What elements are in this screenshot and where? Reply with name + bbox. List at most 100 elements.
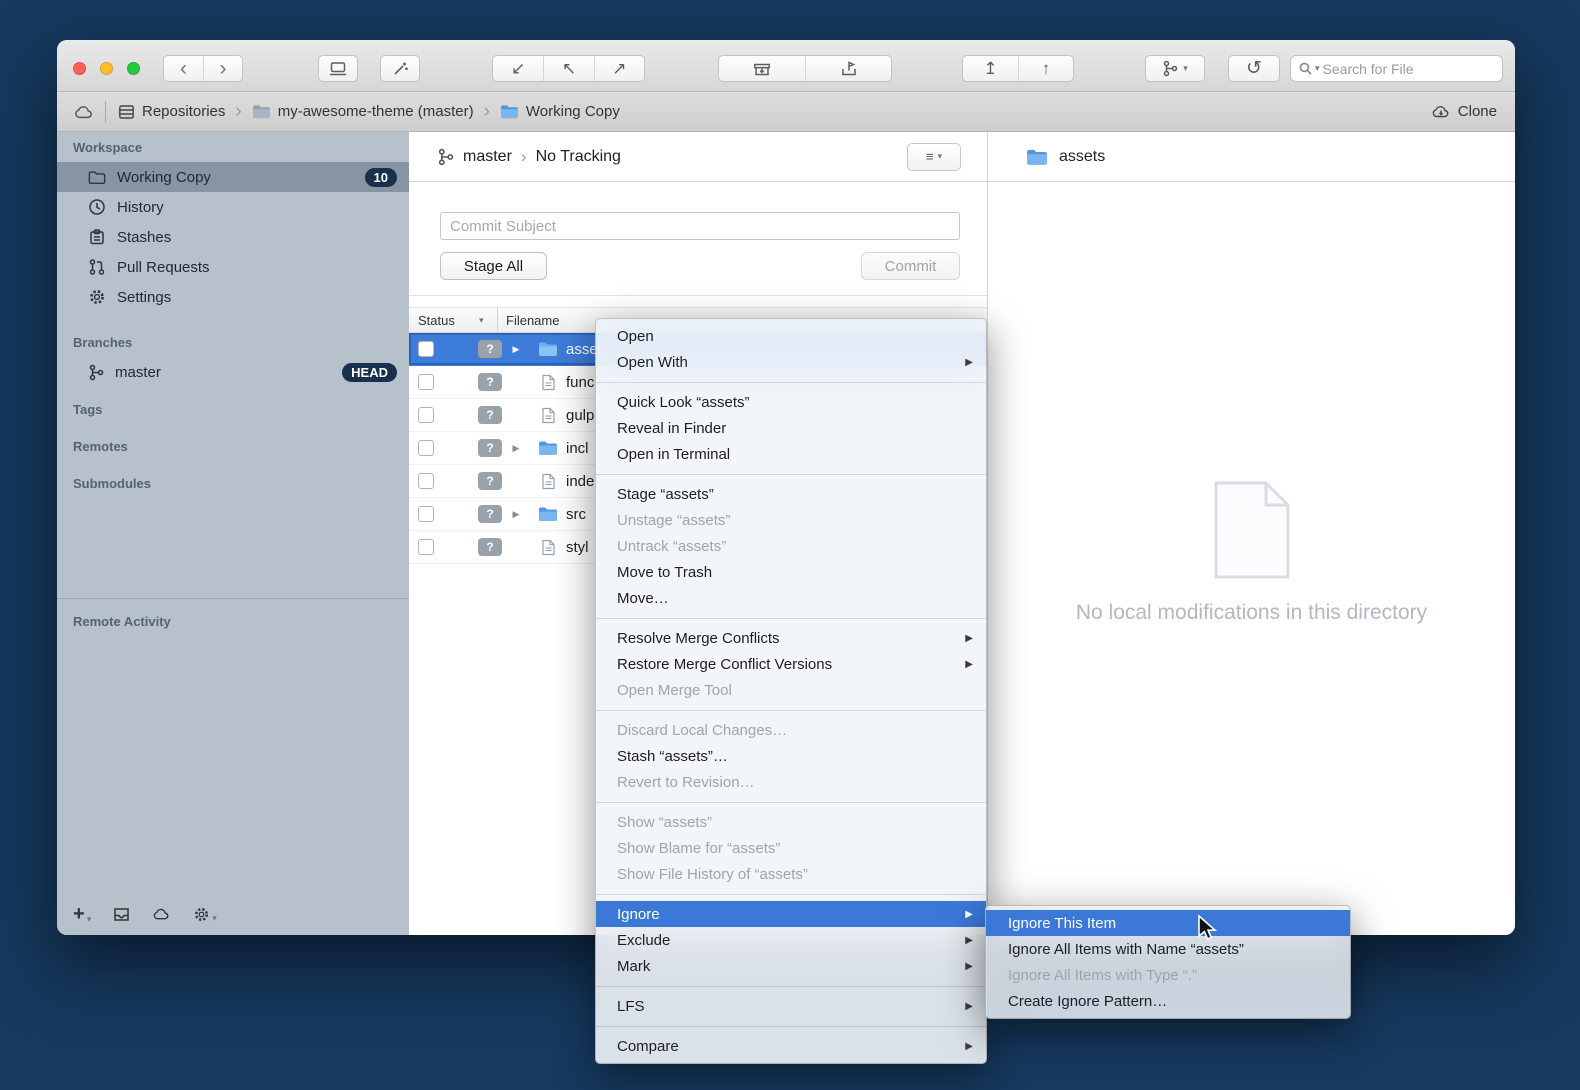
menu-divider: [596, 894, 986, 895]
submenu-arrow-icon: ▶: [965, 633, 973, 644]
push-icon: ↑: [1042, 60, 1051, 77]
gear-icon: [193, 906, 210, 923]
detail-panel: assets No local modifications in this di…: [988, 132, 1515, 935]
status-badge: ?: [478, 538, 502, 556]
plus-icon: +: [73, 904, 85, 924]
commit-button[interactable]: [319, 56, 357, 81]
section-tags[interactable]: Tags: [57, 387, 409, 424]
sidebar-item-pull-requests[interactable]: Pull Requests: [57, 252, 409, 282]
submenu-item-create-ignore-pattern[interactable]: Create Ignore Pattern…: [986, 988, 1350, 1014]
menu-item-unstage: Unstage “assets”: [596, 507, 986, 533]
settings-menu-button[interactable]: ▾: [193, 906, 217, 923]
menu-item-untrack: Untrack “assets”: [596, 533, 986, 559]
disclosure-icon[interactable]: ▶: [510, 344, 522, 355]
menu-item-resolve-merge-conflicts[interactable]: Resolve Merge Conflicts▶: [596, 625, 986, 651]
sidebar-item-history[interactable]: History: [57, 192, 409, 222]
row-checkbox[interactable]: [418, 341, 434, 357]
push-button[interactable]: ↑: [1018, 56, 1073, 81]
submenu-arrow-icon: ▶: [965, 357, 973, 368]
cloud-icon: [152, 907, 171, 921]
refresh-button[interactable]: ↺: [1229, 56, 1279, 81]
menu-item-move[interactable]: Move…: [596, 585, 986, 611]
menu-item-move-to-trash[interactable]: Move to Trash: [596, 559, 986, 585]
magic-wand-icon: [392, 60, 409, 77]
sidebar-item-settings[interactable]: Settings: [57, 282, 409, 312]
view-options-button[interactable]: ≡ ▾: [907, 143, 961, 171]
cloud-button[interactable]: [152, 907, 171, 921]
file-icon: [541, 473, 556, 490]
sidebar-item-master[interactable]: master HEAD: [57, 357, 409, 387]
merge-button[interactable]: ↙: [493, 56, 543, 81]
list-icon: ≡: [926, 149, 934, 164]
menu-item-quick-look[interactable]: Quick Look “assets”: [596, 389, 986, 415]
tray-button[interactable]: [113, 907, 130, 922]
row-checkbox[interactable]: [418, 539, 434, 555]
menu-item-open[interactable]: Open: [596, 323, 986, 349]
menu-item-reveal-in-finder[interactable]: Reveal in Finder: [596, 415, 986, 441]
menu-item-show-blame: Show Blame for “assets”: [596, 835, 986, 861]
commit-subject-input[interactable]: [440, 212, 960, 240]
menu-item-open-with[interactable]: Open With▶: [596, 349, 986, 375]
count-badge: 10: [365, 168, 397, 187]
row-checkbox[interactable]: [418, 374, 434, 390]
sort-chevron-icon[interactable]: ▾: [479, 315, 484, 326]
status-badge: ?: [478, 340, 502, 358]
folder-blue-icon: [538, 341, 558, 357]
menu-item-stage[interactable]: Stage “assets”: [596, 481, 986, 507]
stash-button[interactable]: [719, 56, 805, 81]
pull-icon: ↥: [983, 60, 997, 77]
column-filename[interactable]: Filename: [506, 313, 559, 328]
close-window-button[interactable]: [73, 62, 86, 75]
section-submodules[interactable]: Submodules: [57, 461, 409, 498]
merge-icon: ↙: [511, 60, 525, 77]
pull-button[interactable]: ↥: [963, 56, 1018, 81]
back-button[interactable]: ‹: [164, 56, 203, 81]
push-branch-button[interactable]: ↗: [594, 56, 644, 81]
submenu-item-ignore-this-item[interactable]: Ignore This Item: [986, 910, 1350, 936]
cloud-icon[interactable]: [73, 104, 95, 120]
menu-divider: [596, 802, 986, 803]
disclosure-icon[interactable]: ▶: [510, 509, 522, 520]
submenu-arrow-icon: ▶: [965, 1001, 973, 1012]
submenu-arrow-icon: ▶: [965, 961, 973, 972]
section-workspace: Workspace: [57, 132, 409, 162]
menu-item-mark[interactable]: Mark▶: [596, 953, 986, 979]
menu-item-restore-merge-conflict-versions[interactable]: Restore Merge Conflict Versions▶: [596, 651, 986, 677]
breadcrumb-working-copy[interactable]: Working Copy: [498, 103, 622, 120]
clone-button[interactable]: Clone: [1431, 103, 1497, 120]
section-remotes[interactable]: Remotes: [57, 424, 409, 461]
stage-all-button[interactable]: Stage All: [440, 252, 547, 280]
chevron-down-icon: ▾: [1183, 64, 1188, 73]
row-checkbox[interactable]: [418, 440, 434, 456]
checkout-button[interactable]: ↖: [543, 56, 593, 81]
wand-group: [380, 55, 420, 82]
forward-button[interactable]: ›: [203, 56, 242, 81]
search-input[interactable]: [1323, 61, 1494, 77]
menu-item-compare[interactable]: Compare▶: [596, 1033, 986, 1059]
discard-button[interactable]: [805, 56, 891, 81]
magic-wand-button[interactable]: [381, 56, 419, 81]
zoom-window-button[interactable]: [127, 62, 140, 75]
menu-item-open-in-terminal[interactable]: Open in Terminal: [596, 441, 986, 467]
detail-title: assets: [1059, 148, 1105, 166]
row-checkbox[interactable]: [418, 506, 434, 522]
menu-item-exclude[interactable]: Exclude▶: [596, 927, 986, 953]
minimize-window-button[interactable]: [100, 62, 113, 75]
branch-menu-button[interactable]: ▾: [1146, 56, 1204, 81]
column-status[interactable]: Status: [418, 313, 455, 328]
disclosure-icon[interactable]: ▶: [510, 443, 522, 454]
menu-divider: [596, 710, 986, 711]
section-branches[interactable]: Branches: [57, 320, 409, 357]
menu-item-lfs[interactable]: LFS▶: [596, 993, 986, 1019]
breadcrumb-repositories[interactable]: Repositories: [116, 103, 227, 120]
menu-item-stash[interactable]: Stash “assets”…: [596, 743, 986, 769]
sidebar-item-working-copy[interactable]: Working Copy 10: [57, 162, 409, 192]
submenu-item-ignore-all-with-name[interactable]: Ignore All Items with Name “assets”: [986, 936, 1350, 962]
add-button[interactable]: +▾: [73, 904, 91, 924]
breadcrumb-repository[interactable]: my-awesome-theme (master): [250, 103, 476, 120]
row-checkbox[interactable]: [418, 473, 434, 489]
menu-item-ignore[interactable]: Ignore▶: [596, 901, 986, 927]
sidebar-item-stashes[interactable]: Stashes: [57, 222, 409, 252]
row-checkbox[interactable]: [418, 407, 434, 423]
status-badge: ?: [478, 373, 502, 391]
